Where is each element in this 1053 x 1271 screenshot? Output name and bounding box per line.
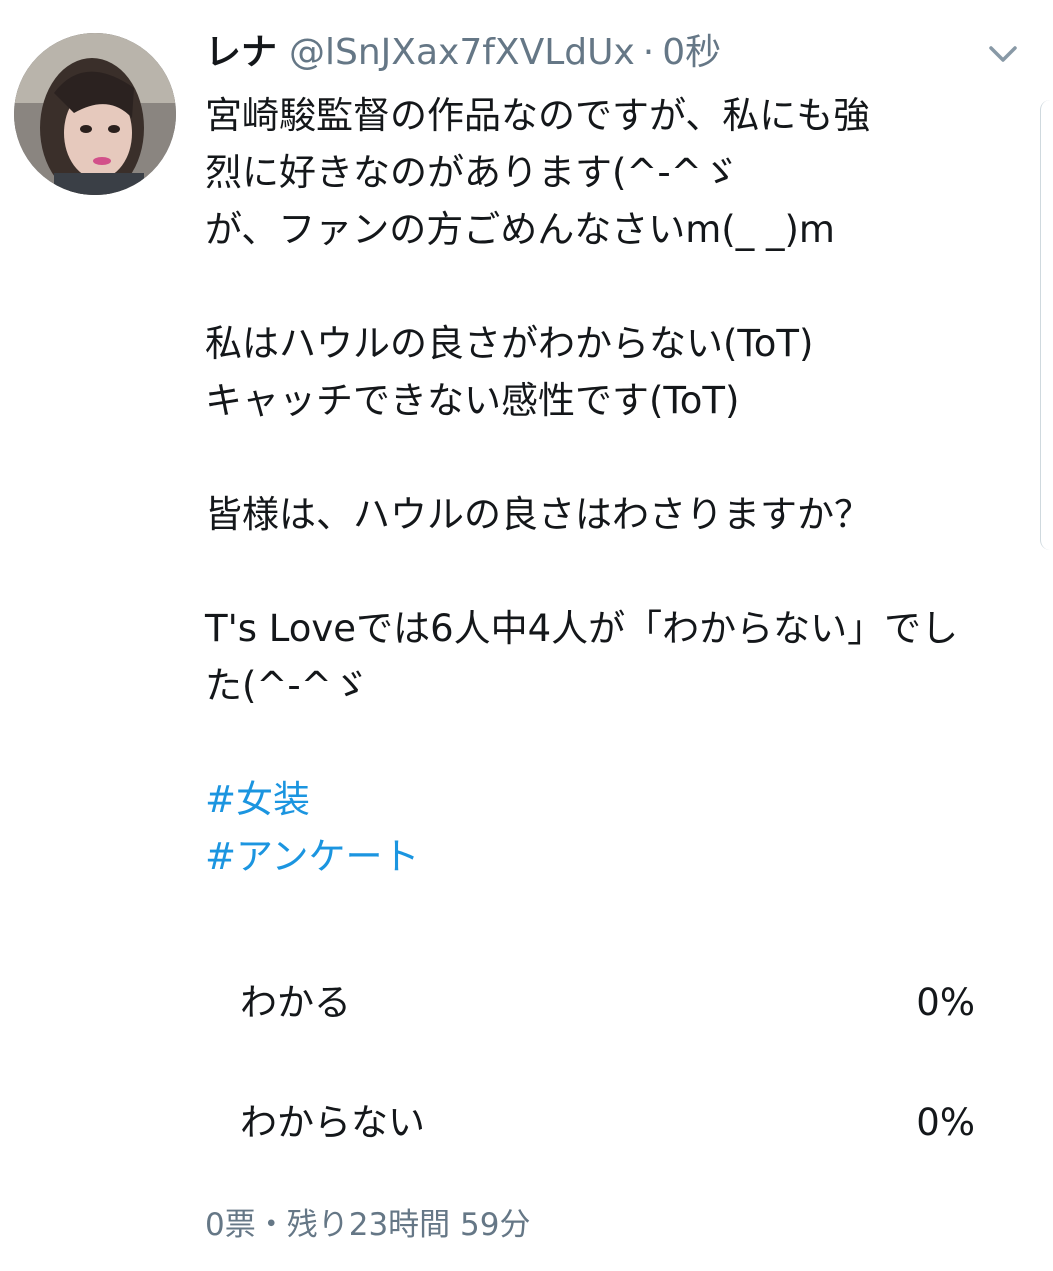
tweet-line: 皆様は、ハウルの良さはわさりますか？ [205, 493, 871, 536]
display-name[interactable]: レナ [205, 28, 277, 78]
separator-dot: · [642, 32, 655, 73]
tweet-line: 烈に好きなのがあります(^-^ゞ [205, 151, 739, 194]
user-avatar-photo [14, 33, 176, 195]
tweet-line: キャッチできない感性です(ToT) [205, 379, 740, 422]
tweet-line: た(^-^ゞ [205, 664, 369, 707]
tweet-text: 宮崎駿監督の作品なのですが、私にも強 烈に好きなのがあります(^-^ゞ が、ファ… [205, 87, 1025, 885]
chevron-down-icon [989, 46, 1017, 62]
avatar[interactable] [14, 33, 176, 195]
poll-option-percent: 0% [916, 981, 975, 1024]
poll-option-label: わかる [240, 981, 351, 1024]
poll-option[interactable]: わからない 0% [205, 1078, 1005, 1168]
scrollbar[interactable] [1040, 100, 1053, 550]
hashtag-link[interactable]: #女装 [205, 771, 1025, 828]
tweet-line: T's Loveでは6人中4人が「わからない」でし [205, 607, 959, 650]
tweet-menu-button[interactable] [985, 40, 1021, 68]
timestamp[interactable]: 0秒 [662, 28, 721, 78]
user-handle[interactable]: @lSnJXax7fXVLdUx [289, 28, 635, 78]
tweet-header: レナ @lSnJXax7fXVLdUx · 0秒 [205, 28, 721, 78]
tweet-line: 宮崎駿監督の作品なのですが、私にも強 [205, 94, 871, 137]
poll-option-label: わからない [240, 1101, 425, 1144]
poll-option[interactable]: わかる 0% [205, 958, 1005, 1048]
tweet-line: 私はハウルの良さがわからない(ToT) [205, 322, 814, 365]
hashtag-link[interactable]: #アンケート [205, 828, 1025, 885]
poll-option-percent: 0% [916, 1101, 975, 1144]
poll-footer: 0票・残り23時間 59分 [205, 1207, 531, 1243]
tweet-line: が、ファンの方ごめんなさいm(_ _)m [205, 208, 835, 251]
